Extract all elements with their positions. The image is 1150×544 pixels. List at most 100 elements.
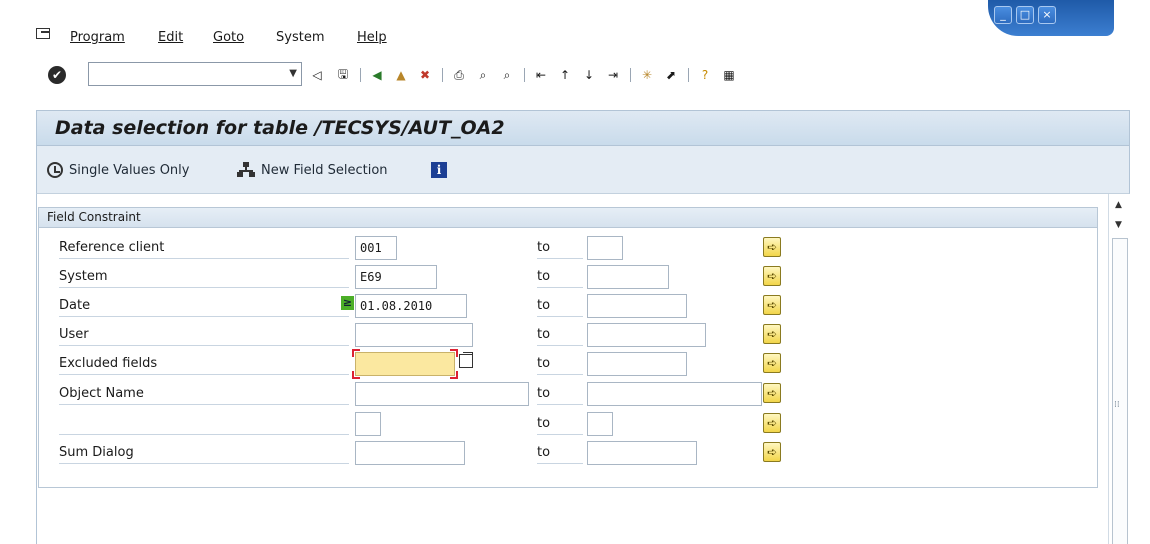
excluded-fields-label: Excluded fields xyxy=(59,352,349,376)
focus-corner xyxy=(450,371,458,379)
screen-title-bar: Data selection for table /TECSYS/AUT_OA2 xyxy=(36,110,1130,146)
row-label-text: Sum Dialog xyxy=(59,445,134,460)
unlabeled-row-label xyxy=(59,412,349,436)
to-text: to xyxy=(537,416,551,431)
window-controls: _ □ × xyxy=(980,0,1120,40)
vertical-scrollbar[interactable]: ▲ ▼ ⁞⁞ xyxy=(1108,194,1130,544)
system-from-field[interactable]: E69 xyxy=(355,265,437,289)
to-text: to xyxy=(537,386,551,401)
object-name-from-field[interactable] xyxy=(355,382,529,406)
multiple-selection-button[interactable]: ➪ xyxy=(763,383,781,403)
info-icon: i xyxy=(431,162,447,178)
menu-edit[interactable]: Edit xyxy=(158,30,183,45)
next-page-icon[interactable]: ↓ xyxy=(580,66,598,84)
execute-icon xyxy=(47,162,63,178)
reference-client-label: Reference client xyxy=(59,236,349,260)
first-page-icon[interactable]: ⇤ xyxy=(532,66,550,84)
command-field[interactable]: ▼ xyxy=(88,62,302,86)
menu-system[interactable]: System xyxy=(276,30,324,45)
page-title: Data selection for table /TECSYS/AUT_OA2 xyxy=(55,117,505,139)
to-label: to xyxy=(537,323,583,347)
previous-page-icon[interactable]: ↑ xyxy=(556,66,574,84)
info-button[interactable]: i xyxy=(431,162,447,178)
to-text: to xyxy=(537,240,551,255)
new-field-selection-button[interactable]: New Field Selection xyxy=(237,162,388,178)
menu-entry-icon[interactable] xyxy=(36,28,50,39)
multiple-selection-button[interactable]: ➪ xyxy=(763,442,781,462)
date-from-field[interactable]: 01.08.2010 xyxy=(355,294,467,318)
layout-icon[interactable]: ▦ xyxy=(720,66,738,84)
new-field-selection-label: New Field Selection xyxy=(261,162,388,178)
scroll-down-icon[interactable]: ▼ xyxy=(1115,220,1122,230)
chevron-down-icon[interactable]: ▼ xyxy=(289,68,297,79)
multiple-selection-button[interactable]: ➪ xyxy=(763,295,781,315)
to-text: to xyxy=(537,269,551,284)
cancel-icon[interactable]: ✖ xyxy=(416,66,434,84)
ok-icon[interactable]: ✔ xyxy=(48,66,66,84)
system-label: System xyxy=(59,265,349,289)
to-label: to xyxy=(537,412,583,436)
excluded-fields-from-field[interactable] xyxy=(355,352,455,376)
reference-client-from-field[interactable]: 001 xyxy=(355,236,397,260)
greater-equal-icon[interactable]: ≥ xyxy=(341,296,354,310)
to-text: to xyxy=(537,356,551,371)
user-to-field[interactable] xyxy=(587,323,706,347)
back-icon[interactable]: ◀ xyxy=(368,66,386,84)
close-button[interactable]: × xyxy=(1038,6,1056,24)
last-page-icon[interactable]: ⇥ xyxy=(604,66,622,84)
scroll-up-icon[interactable]: ▲ xyxy=(1115,200,1122,210)
row-label-text: Object Name xyxy=(59,386,144,401)
to-text: to xyxy=(537,327,551,342)
to-label: to xyxy=(537,441,583,465)
scroll-thumb[interactable] xyxy=(1112,238,1128,544)
multiple-selection-button[interactable]: ➪ xyxy=(763,353,781,373)
help-icon[interactable]: ? xyxy=(696,66,714,84)
back-arrow-icon[interactable]: ◁ xyxy=(308,66,326,84)
print-icon[interactable]: ⎙ xyxy=(450,66,468,84)
object-name-to-field[interactable] xyxy=(587,382,762,406)
menu-program[interactable]: Program xyxy=(70,30,125,45)
reference-client-to-field[interactable] xyxy=(587,236,623,260)
date-to-field[interactable] xyxy=(587,294,687,318)
grip-icon: ⁞⁞ xyxy=(1114,400,1120,410)
save-icon[interactable]: 🖫 xyxy=(334,66,352,84)
find-next-icon[interactable]: ⌕ xyxy=(498,66,516,84)
exit-icon[interactable]: ▲ xyxy=(392,66,410,84)
toolbar-separator xyxy=(360,68,361,82)
menu-goto[interactable]: Goto xyxy=(213,30,244,45)
to-label: to xyxy=(537,265,583,289)
row-label-text: System xyxy=(59,269,108,284)
maximize-button[interactable]: □ xyxy=(1016,6,1034,24)
user-label: User xyxy=(59,323,349,347)
menu-help[interactable]: Help xyxy=(357,30,387,45)
row-label-text: Reference client xyxy=(59,240,165,255)
multiple-selection-button[interactable]: ➪ xyxy=(763,237,781,257)
unlabeled-to-field[interactable] xyxy=(587,412,613,436)
group-title: Field Constraint xyxy=(39,208,1097,228)
standard-toolbar: ✔ ▼ ◁ 🖫 ◀ ▲ ✖ ⎙ ⌕ ⌕ ⇤ ↑ ↓ ⇥ ✳ ⬈ ? ▦ xyxy=(0,58,1150,92)
multiple-selection-button[interactable]: ➪ xyxy=(763,266,781,286)
hierarchy-icon xyxy=(237,162,255,178)
object-name-label: Object Name xyxy=(59,382,349,406)
minimize-button[interactable]: _ xyxy=(994,6,1012,24)
sum-dialog-to-field[interactable] xyxy=(587,441,697,465)
single-values-button[interactable]: Single Values Only xyxy=(47,162,189,178)
system-to-field[interactable] xyxy=(587,265,669,289)
sum-dialog-from-field[interactable] xyxy=(355,441,465,465)
toolbar-separator xyxy=(688,68,689,82)
user-from-field[interactable] xyxy=(355,323,473,347)
date-label: Date xyxy=(59,294,349,318)
find-icon[interactable]: ⌕ xyxy=(474,66,492,84)
multiple-selection-button[interactable]: ➪ xyxy=(763,413,781,433)
multiple-selection-icon[interactable] xyxy=(459,352,473,368)
single-values-label: Single Values Only xyxy=(69,162,190,178)
multiple-selection-button[interactable]: ➪ xyxy=(763,324,781,344)
sum-dialog-label: Sum Dialog xyxy=(59,441,349,465)
unlabeled-from-field[interactable] xyxy=(355,412,381,436)
toolbar-separator xyxy=(524,68,525,82)
new-session-icon[interactable]: ✳ xyxy=(638,66,656,84)
excluded-fields-to-field[interactable] xyxy=(587,352,687,376)
shortcut-icon[interactable]: ⬈ xyxy=(662,66,680,84)
to-label: to xyxy=(537,382,583,406)
focus-corner xyxy=(352,371,360,379)
